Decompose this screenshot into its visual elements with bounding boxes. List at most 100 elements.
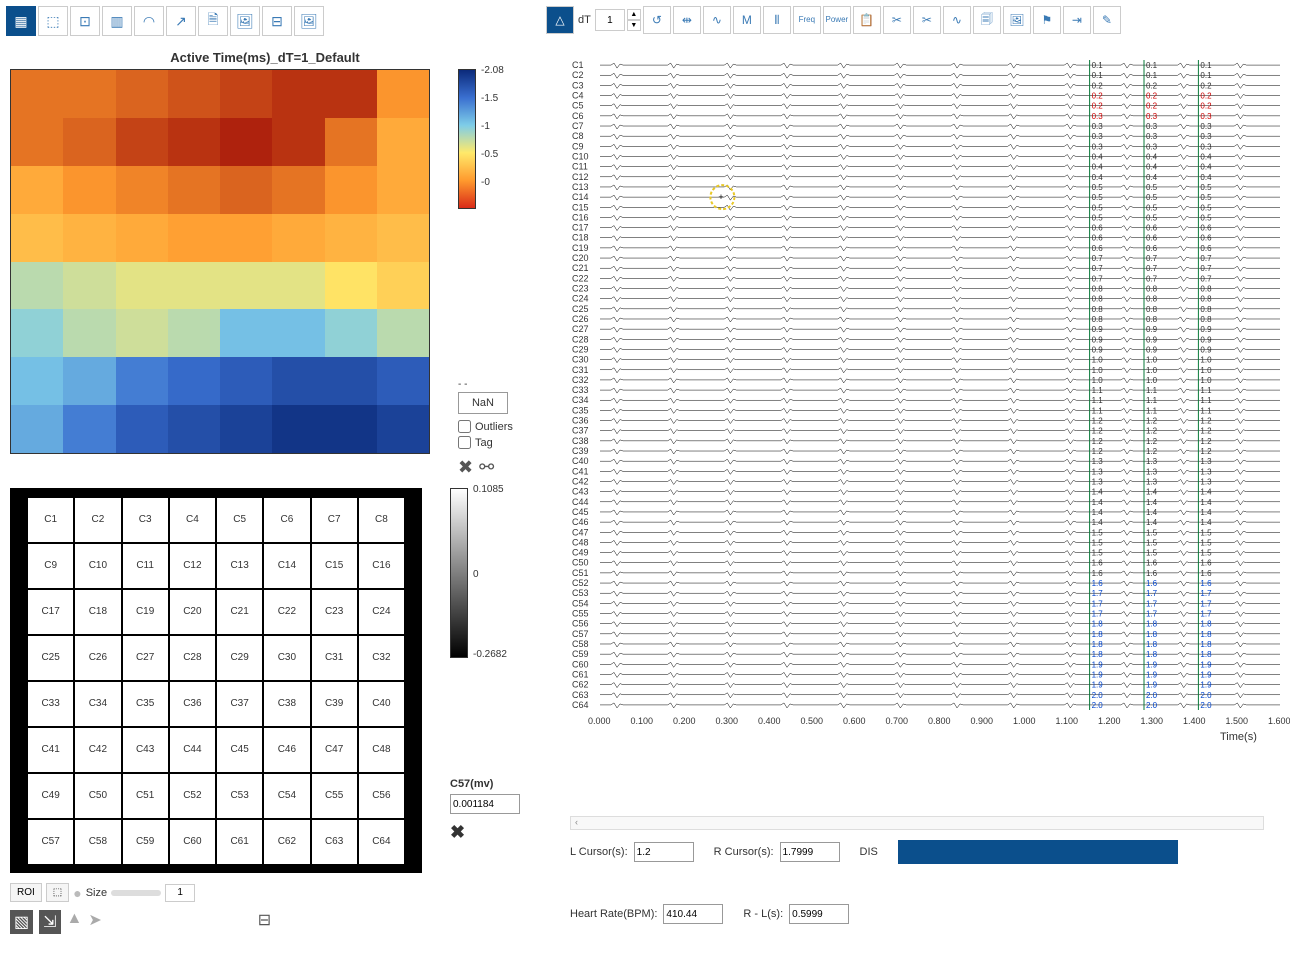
heatmap-cell[interactable] [11,118,63,166]
channel-cell[interactable]: C28 [169,635,216,681]
triangle-icon[interactable]: ▲ [67,910,83,934]
heatmap-cell[interactable] [325,118,377,166]
wrench-icon[interactable]: ✖ [458,457,473,478]
chart-icon[interactable]: ▥ [102,6,132,36]
heatmap-cell[interactable] [11,405,63,453]
freq-icon[interactable]: Freq [793,6,821,34]
power-icon[interactable]: Power [823,6,851,34]
channel-cell[interactable]: C60 [169,819,216,865]
heatmap-cell[interactable] [325,70,377,118]
heatmap-cell[interactable] [168,309,220,357]
channel-cell[interactable]: C2 [74,497,121,543]
channel-cell[interactable]: C61 [216,819,263,865]
wave-icon[interactable]: ∿ [703,6,731,34]
target-icon[interactable]: ⊡ [70,6,100,36]
channel-grid[interactable]: C1C2C3C4C5C6C7C8C9C10C11C12C13C14C15C16C… [26,496,406,866]
heatmap-cell[interactable] [220,70,272,118]
heatmap-cell[interactable] [377,70,429,118]
clear-icon[interactable]: ▧ [10,910,33,934]
cut-icon[interactable]: ✂ [883,6,911,34]
heatmap-cell[interactable] [63,166,115,214]
heatmap-cell[interactable] [11,70,63,118]
heatmap-cell[interactable] [272,309,324,357]
image-icon[interactable]: 🖼 [230,6,260,36]
rcursor-input[interactable] [780,842,840,862]
channel-cell[interactable]: C8 [358,497,405,543]
channel-cell[interactable]: C39 [311,681,358,727]
heatmap-cell[interactable] [168,405,220,453]
waveform-area[interactable]: C1C2C3C4C5C6C7C8C9C10C11C12C13C14C15C16C… [540,40,1294,810]
image-plus-icon[interactable]: 🖼 [294,6,324,36]
send-icon[interactable]: ➤ [88,910,101,934]
channel-cell[interactable]: C32 [358,635,405,681]
channel-cell[interactable]: C63 [311,819,358,865]
heatmap-cell[interactable] [63,309,115,357]
heatmap-cell[interactable] [220,214,272,262]
channel-cell[interactable]: C33 [27,681,74,727]
channel-cell[interactable]: C10 [74,543,121,589]
channel-cell[interactable]: C49 [27,773,74,819]
waveform-svg[interactable]: C1C2C3C4C5C6C7C8C9C10C11C12C13C14C15C16C… [570,50,1290,750]
selected-channel-value[interactable] [450,794,520,814]
channel-cell[interactable]: C45 [216,727,263,773]
heatmap-cell[interactable] [220,166,272,214]
channel-cell[interactable]: C29 [216,635,263,681]
channel-cell[interactable]: C62 [263,819,310,865]
channel-cell[interactable]: C25 [27,635,74,681]
channel-cell[interactable]: C44 [169,727,216,773]
heatmap-cell[interactable] [377,118,429,166]
heatmap-cell[interactable] [272,118,324,166]
heartrate-input[interactable] [663,904,723,924]
heatmap-cell[interactable] [325,262,377,310]
heatmap-cell[interactable] [63,262,115,310]
channel-cell[interactable]: C64 [358,819,405,865]
channel-cell[interactable]: C42 [74,727,121,773]
channel-cell[interactable]: C18 [74,589,121,635]
heatmap-cell[interactable] [272,166,324,214]
channel-cell[interactable]: C57 [27,819,74,865]
channel-cell[interactable]: C19 [122,589,169,635]
heatmap-cell[interactable] [220,262,272,310]
grid-icon[interactable]: ▦ [6,6,36,36]
channel-cell[interactable]: C20 [169,589,216,635]
channel-cell[interactable]: C1 [27,497,74,543]
channel-cell[interactable]: C9 [27,543,74,589]
heatmap-cell[interactable] [272,262,324,310]
dt-up-icon[interactable]: ▲ [627,9,641,20]
size-slider[interactable] [111,890,161,896]
channel-cell[interactable]: C55 [311,773,358,819]
picture-icon[interactable]: 🖼 [1003,6,1031,34]
nan-box[interactable]: NaN [458,392,508,414]
outliers-checkbox[interactable]: Outliers [458,420,513,433]
clipboard-icon[interactable]: 📋 [853,6,881,34]
select-icon[interactable]: ⬚ [38,6,68,36]
heatmap-cell[interactable] [63,118,115,166]
dot-icon[interactable]: ● [73,885,81,901]
horizontal-scrollbar[interactable]: ‹ [570,816,1264,830]
pulse-icon[interactable]: ∿ [943,6,971,34]
channel-cell[interactable]: C43 [122,727,169,773]
channel-cell[interactable]: C21 [216,589,263,635]
channel-cell[interactable]: C16 [358,543,405,589]
channel-cell[interactable]: C4 [169,497,216,543]
channel-cell[interactable]: C52 [169,773,216,819]
channel-cell[interactable]: C15 [311,543,358,589]
page-icon[interactable]: 🗎 [198,6,228,36]
heatmap-cell[interactable] [220,405,272,453]
channel-cell[interactable]: C11 [122,543,169,589]
heatmap-cell[interactable] [63,405,115,453]
heatmap-cell[interactable] [325,309,377,357]
heatmap-cell[interactable] [63,357,115,405]
channel-cell[interactable]: C40 [358,681,405,727]
tag-checkbox[interactable]: Tag [458,436,513,449]
edit-icon[interactable]: ✎ [1093,6,1121,34]
heatmap-cell[interactable] [116,405,168,453]
roi-button[interactable]: ROI [10,883,42,902]
heatmap-cell[interactable] [116,309,168,357]
heatmap-cell[interactable] [377,357,429,405]
heatmap-cell[interactable] [11,214,63,262]
dt-spinner[interactable]: ▲ ▼ [627,9,641,31]
heatmap[interactable] [10,69,430,454]
link-icon[interactable]: ⚯ [479,457,494,478]
flag-icon[interactable]: ⚑ [1033,6,1061,34]
